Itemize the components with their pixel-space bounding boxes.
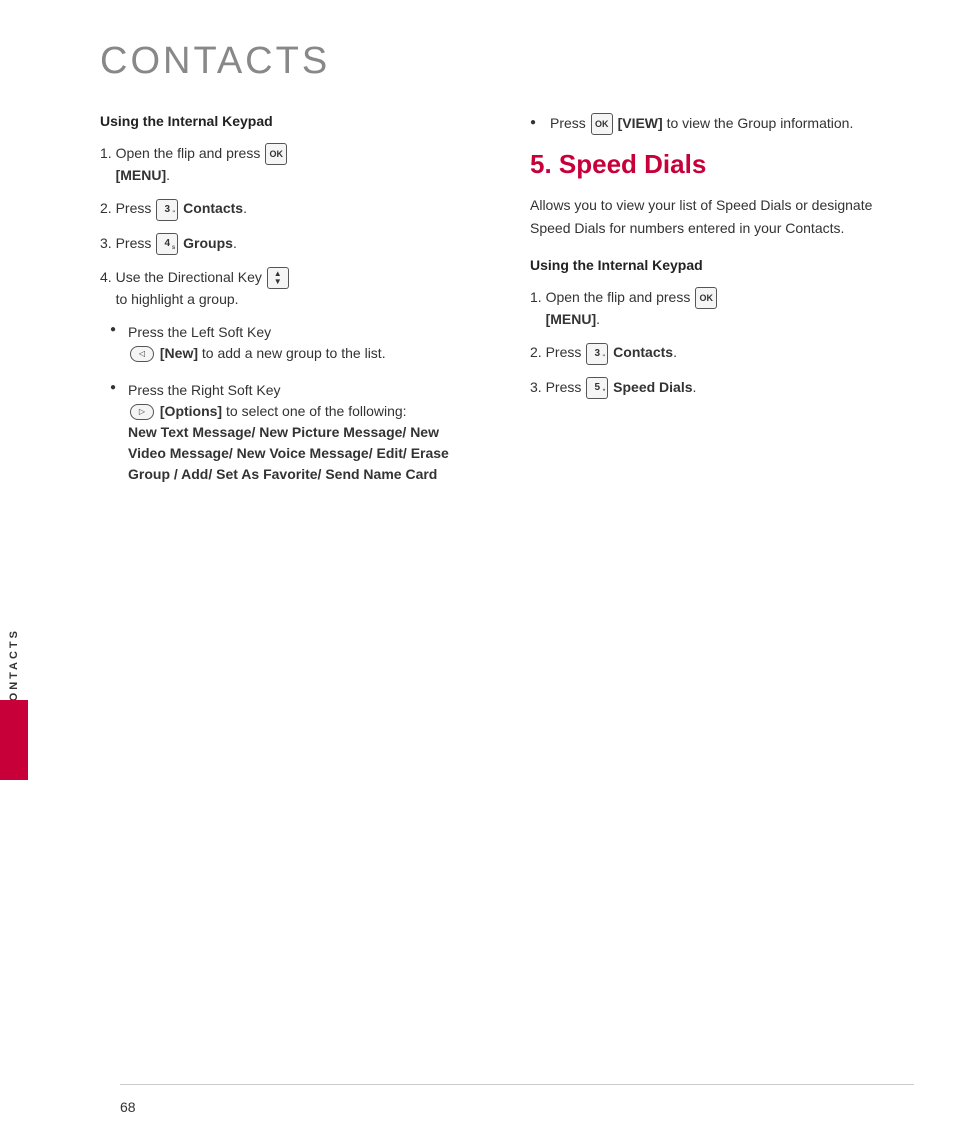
left-section-heading: Using the Internal Keypad: [100, 113, 480, 129]
bullet1-bold: [New]: [160, 345, 198, 361]
right-soft-key-icon: ▷: [130, 404, 154, 420]
step-2-text-before: Press: [116, 200, 156, 216]
right-top-bullet: Press OK [VIEW] to view the Group inform…: [530, 113, 914, 135]
step-3-bold: Groups: [183, 235, 233, 251]
step-4-text-before: Use the Directional Key: [116, 269, 266, 285]
step-4: 4. Use the Directional Key ▲ ▼ to highli…: [100, 267, 480, 310]
page: CONTACTS CONTACTS Using the Internal Key…: [0, 0, 954, 1145]
sd-step-1-period: .: [596, 311, 600, 327]
sd-step-3-period: .: [693, 379, 697, 395]
bullet-right-soft-key: Press the Right Soft Key ▷ [Options] to …: [110, 380, 480, 485]
step-4-text-after: to highlight a group.: [116, 291, 239, 307]
sd-step-3: 3. Press 5* Speed Dials.: [530, 377, 914, 399]
left-column: Using the Internal Keypad 1. Open the fl…: [100, 113, 480, 501]
ok-key-icon-right: OK: [591, 113, 613, 135]
sd-step-1-num: 1.: [530, 289, 546, 305]
step-3-text-before: Press: [116, 235, 156, 251]
sidebar-bar: [0, 700, 28, 780]
step-1-bold: [MENU]: [116, 167, 167, 183]
right-column: Press OK [VIEW] to view the Group inform…: [520, 113, 914, 501]
step-2-period: .: [243, 200, 247, 216]
sd-step-1-text-before: Open the flip and press: [546, 289, 695, 305]
step-2-num: 2.: [100, 200, 116, 216]
step-1-num: 1.: [100, 145, 116, 161]
sd-step-2: 2. Press 3" Contacts.: [530, 342, 914, 364]
speed-dials-numbered-list: 1. Open the flip and press OK [MENU]. 2.…: [530, 287, 914, 399]
speed-dials-heading: 5. Speed Dials: [530, 149, 914, 180]
ok-key-icon-sd1: OK: [695, 287, 717, 309]
main-content: CONTACTS Using the Internal Keypad 1. Op…: [60, 0, 954, 1145]
sd-step-2-bold: Contacts: [613, 344, 673, 360]
sd-step-3-num: 3.: [530, 379, 546, 395]
bullet2-text-after: to select one of the following:: [226, 403, 407, 419]
sd-step-1-bold: [MENU]: [546, 311, 597, 327]
sd-step-2-period: .: [673, 344, 677, 360]
bullet1-text-after: to add a new group to the list.: [202, 345, 386, 361]
bullet-left-soft-key: Press the Left Soft Key ◁ [New] to add a…: [110, 322, 480, 364]
two-column-layout: Using the Internal Keypad 1. Open the fl…: [100, 113, 914, 501]
right-bullet-text-before: Press: [550, 115, 590, 131]
speed-dials-section: 5. Speed Dials Allows you to view your l…: [530, 149, 914, 399]
num-key-5-right: 5*: [586, 377, 608, 399]
bullet2-options-list: New Text Message/ New Picture Message/ N…: [128, 424, 449, 482]
bullet2-bold: [Options]: [160, 403, 222, 419]
speed-dials-section-heading: Using the Internal Keypad: [530, 257, 914, 273]
dir-key-icon: ▲ ▼: [267, 267, 289, 289]
sd-step-1: 1. Open the flip and press OK [MENU].: [530, 287, 914, 330]
ok-key-icon-1: OK: [265, 143, 287, 165]
sd-step-2-text-before: Press: [546, 344, 586, 360]
bullet-list-left: Press the Left Soft Key ◁ [New] to add a…: [110, 322, 480, 485]
step-1-period: .: [166, 167, 170, 183]
step-2-bold: Contacts: [183, 200, 243, 216]
bullet2-text-before: Press the Right Soft Key: [128, 382, 281, 398]
sd-step-3-text-before: Press: [546, 379, 586, 395]
bottom-divider: [120, 1084, 914, 1085]
step-3-num: 3.: [100, 235, 116, 251]
page-number: 68: [120, 1099, 136, 1115]
step-1: 1. Open the flip and press OK [MENU].: [100, 143, 480, 186]
num-key-4-left: 4s: [156, 233, 178, 255]
right-bullet-text-after: to view the Group information.: [667, 115, 854, 131]
left-soft-key-icon: ◁: [130, 346, 154, 362]
num-key-3-left: 3": [156, 199, 178, 221]
numbered-list-left: 1. Open the flip and press OK [MENU]. 2.…: [100, 143, 480, 310]
right-bullet-bold: [VIEW]: [618, 115, 663, 131]
step-4-num: 4.: [100, 269, 116, 285]
sd-step-2-num: 2.: [530, 344, 546, 360]
step-2: 2. Press 3" Contacts.: [100, 198, 480, 220]
step-3: 3. Press 4s Groups.: [100, 233, 480, 255]
step-3-period: .: [233, 235, 237, 251]
speed-dials-description: Allows you to view your list of Speed Di…: [530, 194, 914, 239]
sd-step-3-bold: Speed Dials: [613, 379, 692, 395]
step-1-text-before: Open the flip and press: [116, 145, 265, 161]
bullet1-text-before: Press the Left Soft Key: [128, 324, 271, 340]
num-key-3-right: 3": [586, 343, 608, 365]
page-title: CONTACTS: [100, 40, 914, 83]
